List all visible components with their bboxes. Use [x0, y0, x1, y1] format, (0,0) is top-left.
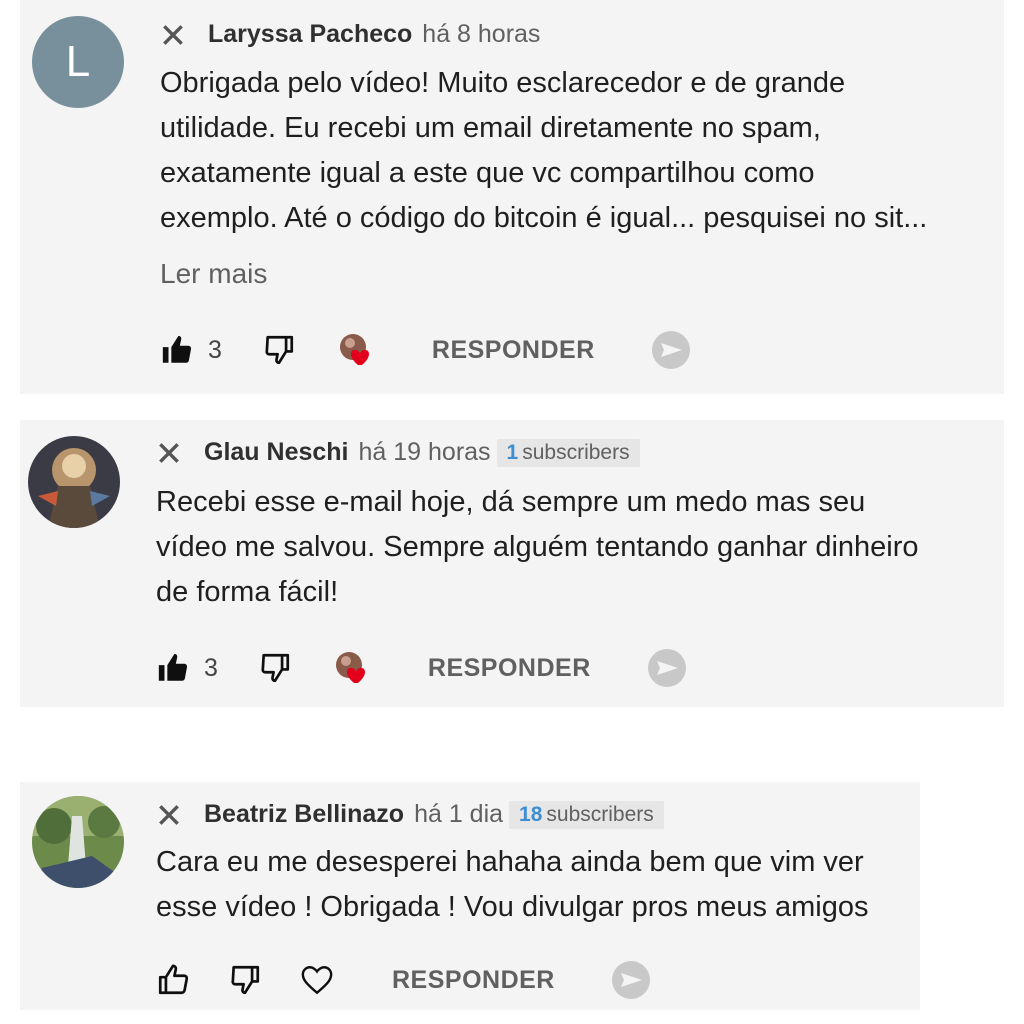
comment-line: exatamente igual a este que vc compartil…: [160, 157, 815, 189]
creator-heart-badge[interactable]: [338, 332, 374, 368]
avatar[interactable]: [32, 796, 124, 888]
comment-line: de forma fácil!: [156, 576, 339, 608]
creator-heart-badge[interactable]: [334, 650, 370, 686]
author-name[interactable]: Beatriz Bellinazo: [204, 800, 404, 829]
reply-button[interactable]: RESPONDER: [432, 336, 595, 365]
thumbs-down-icon[interactable]: [258, 651, 292, 685]
thumbs-down-icon[interactable]: [228, 963, 262, 997]
comment-header: Laryssa Pacheco há 8 horas: [160, 20, 540, 49]
comment-actions: 3 RESPONDER: [156, 648, 687, 688]
comment-card: Glau Neschi há 19 horas 1 subscribers Rec…: [20, 420, 1004, 707]
avatar-letter: L: [65, 37, 91, 86]
comment-text: Recebi esse e-mail hoje, dá sempre um me…: [156, 480, 919, 615]
subscribers-badge: 18 subscribers: [509, 800, 664, 829]
thumbs-up-filled-icon[interactable]: [156, 651, 190, 685]
send-icon[interactable]: [647, 648, 687, 688]
read-more-link[interactable]: Ler mais: [160, 258, 267, 290]
timestamp[interactable]: há 19 horas: [359, 438, 491, 467]
timestamp[interactable]: há 1 dia: [414, 800, 503, 829]
send-icon[interactable]: [611, 960, 651, 1000]
close-icon[interactable]: [156, 802, 182, 828]
reply-button[interactable]: RESPONDER: [428, 654, 591, 683]
subscribers-count: 1: [506, 440, 519, 464]
thumbs-up-icon[interactable]: [156, 963, 190, 997]
comment-card: Beatriz Bellinazo há 1 dia 18 subscribers…: [20, 782, 920, 1010]
avatar[interactable]: [28, 436, 120, 528]
author-name[interactable]: Laryssa Pacheco: [208, 20, 412, 49]
comment-text: Cara eu me desesperei hahaha ainda bem q…: [156, 840, 869, 930]
comment-card: L Laryssa Pacheco há 8 horas Obrigada pe…: [20, 0, 1004, 394]
comment-line: utilidade. Eu recebi um email diretament…: [160, 112, 821, 144]
send-icon[interactable]: [651, 330, 691, 370]
comment-line: exemplo. Até o código do bitcoin é igual…: [160, 202, 928, 234]
reply-button[interactable]: RESPONDER: [392, 966, 555, 995]
avatar-image: [28, 436, 120, 528]
thumbs-up-filled-icon[interactable]: [160, 333, 194, 367]
like-count: 3: [204, 653, 218, 682]
comment-header: Beatriz Bellinazo há 1 dia 18 subscribers: [156, 800, 664, 829]
comment-line: Recebi esse e-mail hoje, dá sempre um me…: [156, 486, 866, 518]
comment-header: Glau Neschi há 19 horas 1 subscribers: [156, 438, 640, 467]
comment-line: Obrigada pelo vídeo! Muito esclarecedor …: [160, 67, 846, 99]
comment-line: esse vídeo ! Obrigada ! Vou divulgar pro…: [156, 891, 869, 923]
comment-actions: RESPONDER: [156, 960, 651, 1000]
author-name[interactable]: Glau Neschi: [204, 438, 349, 467]
creator-avatar-icon: [335, 652, 365, 683]
comment-text: Obrigada pelo vídeo! Muito esclarecedor …: [160, 61, 927, 241]
comment-actions: 3 RESPONDER: [160, 330, 691, 370]
subscribers-badge: 1 subscribers: [496, 438, 640, 467]
avatar[interactable]: L: [32, 16, 124, 108]
like-count: 3: [208, 335, 222, 364]
thumbs-down-icon[interactable]: [262, 333, 296, 367]
subscribers-count: 18: [519, 802, 543, 826]
heart-icon[interactable]: [300, 963, 334, 997]
subscribers-label: subscribers: [546, 802, 654, 826]
timestamp[interactable]: há 8 horas: [422, 20, 540, 49]
comment-line: vídeo me salvou. Sempre alguém tentando …: [156, 531, 919, 563]
creator-avatar-icon: [339, 334, 369, 365]
close-icon[interactable]: [156, 440, 182, 466]
close-icon[interactable]: [160, 22, 186, 48]
comment-line: Cara eu me desesperei hahaha ainda bem q…: [156, 846, 864, 878]
avatar-image: [32, 796, 124, 888]
subscribers-label: subscribers: [522, 440, 630, 464]
